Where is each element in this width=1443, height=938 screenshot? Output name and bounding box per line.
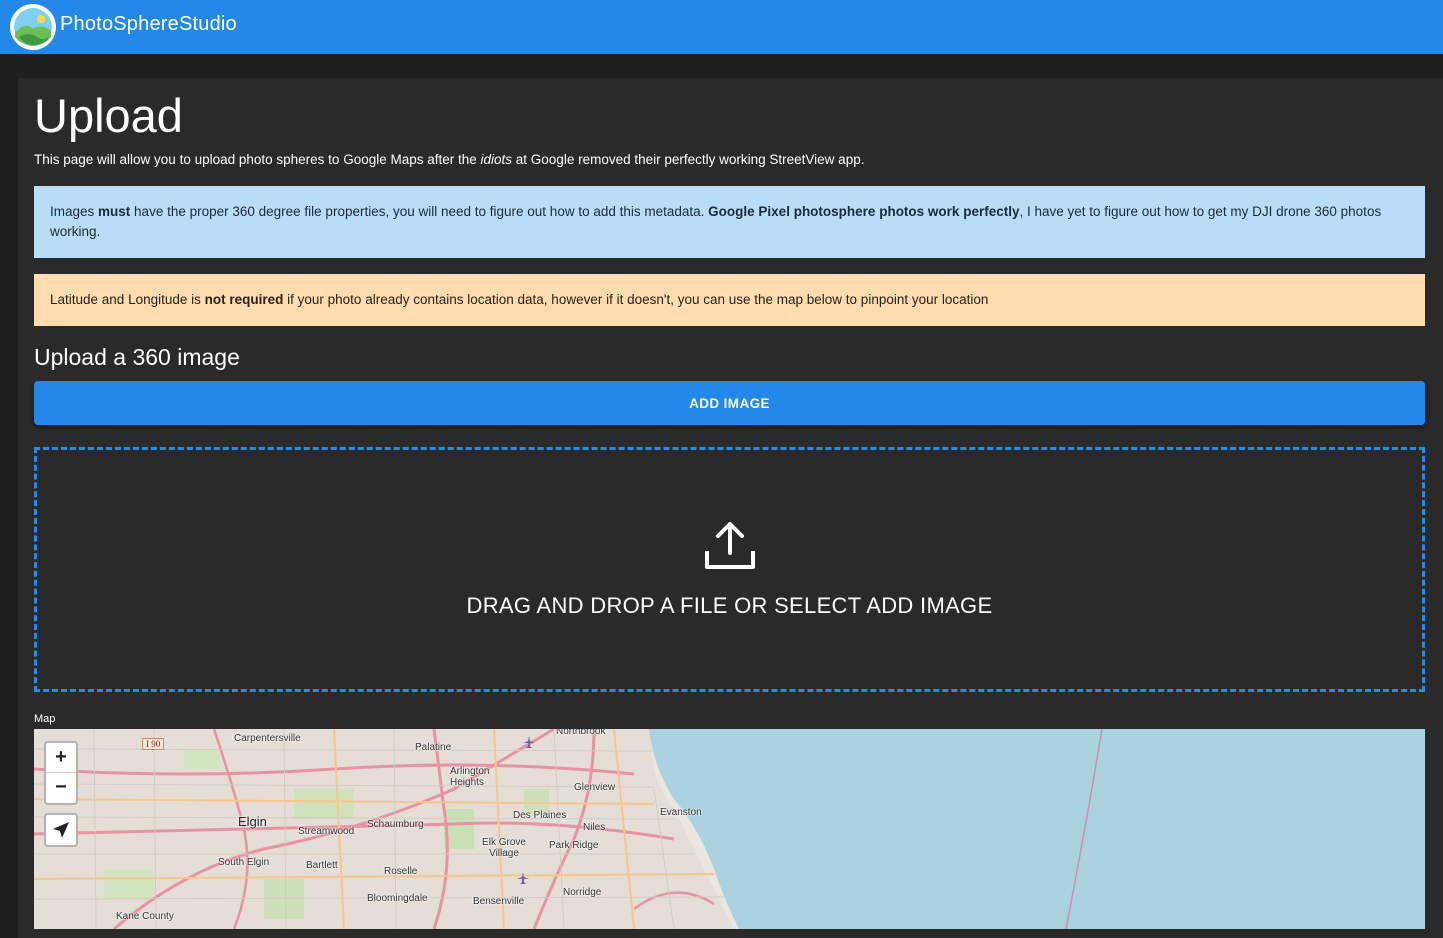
map-place-label: South Elgin bbox=[218, 857, 270, 868]
map-place-label: Norridge bbox=[563, 887, 602, 898]
map-place-label: Carpentersville bbox=[234, 733, 301, 744]
location-warning-alert: Latitude and Longitude is not required i… bbox=[34, 274, 1425, 326]
map-place-label: Des Plaines bbox=[513, 810, 567, 821]
intro-emphasis: idiots bbox=[480, 152, 513, 167]
map-place-label: Elk Grove Village bbox=[482, 837, 526, 859]
map-zoom-control: + − bbox=[44, 741, 78, 805]
map-place-label: Elgin bbox=[238, 814, 267, 829]
intro-text-part: This page will allow you to upload photo… bbox=[34, 152, 481, 167]
alert-bold-text: not required bbox=[204, 292, 284, 307]
intro-text: This page will allow you to upload photo… bbox=[34, 152, 864, 167]
map-place-label: Niles bbox=[583, 822, 606, 833]
photosphere-logo-icon[interactable] bbox=[10, 4, 56, 50]
zoom-out-button[interactable]: − bbox=[46, 772, 76, 802]
map-place-label: Roselle bbox=[384, 866, 418, 877]
map-place-label: Schaumburg bbox=[367, 819, 424, 830]
locate-me-button[interactable] bbox=[44, 813, 78, 847]
file-drop-zone[interactable]: DRAG AND DROP A FILE OR SELECT ADD IMAGE bbox=[34, 447, 1425, 692]
map-place-label: Bloomingdale bbox=[367, 893, 428, 904]
map-place-label: Evanston bbox=[660, 807, 702, 818]
alert-text: if your photo already contains location … bbox=[283, 292, 989, 307]
map-place-label: Glenview bbox=[574, 782, 616, 793]
alert-text: Latitude and Longitude is bbox=[50, 292, 205, 307]
brand-name[interactable]: PhotoSphereStudio bbox=[60, 13, 237, 36]
drop-zone-text: DRAG AND DROP A FILE OR SELECT ADD IMAGE bbox=[466, 592, 993, 618]
airport-icon bbox=[517, 872, 529, 884]
alert-bold-text: Google Pixel photosphere photos work per… bbox=[708, 204, 1020, 219]
upload-icon bbox=[704, 521, 755, 569]
location-map[interactable]: I 90 Carpentersville Palatine Northbrook… bbox=[34, 729, 1425, 929]
locate-arrow-icon bbox=[53, 822, 69, 838]
intro-text-part: at Google removed their perfectly workin… bbox=[512, 152, 865, 167]
add-image-button[interactable]: ADD IMAGE bbox=[34, 381, 1425, 425]
metadata-info-alert: Images must have the proper 360 degree f… bbox=[34, 186, 1425, 258]
map-place-label: Arlington Heights bbox=[450, 766, 490, 788]
map-label: Map bbox=[34, 713, 56, 725]
map-place-label: Palatine bbox=[415, 742, 452, 753]
top-app-bar: PhotoSphereStudio bbox=[0, 0, 1443, 54]
map-place-label: Park Ridge bbox=[549, 840, 599, 851]
alert-bold-text: must bbox=[98, 204, 131, 219]
map-tiles bbox=[34, 729, 1425, 929]
map-place-label: Bartlett bbox=[306, 860, 338, 871]
map-place-label: Northbrook bbox=[556, 729, 606, 737]
alert-text: Images bbox=[50, 204, 99, 219]
map-place-label: Streamwood bbox=[298, 826, 355, 837]
highway-shield: I 90 bbox=[142, 738, 165, 750]
zoom-in-button[interactable]: + bbox=[46, 743, 76, 772]
alert-text: have the proper 360 degree file properti… bbox=[130, 204, 709, 219]
upload-panel: Upload This page will allow you to uploa… bbox=[18, 78, 1443, 938]
upload-section-title: Upload a 360 image bbox=[34, 344, 240, 370]
airport-icon bbox=[523, 736, 535, 748]
map-place-label: Bensenville bbox=[473, 896, 525, 907]
page-title: Upload bbox=[34, 89, 183, 142]
